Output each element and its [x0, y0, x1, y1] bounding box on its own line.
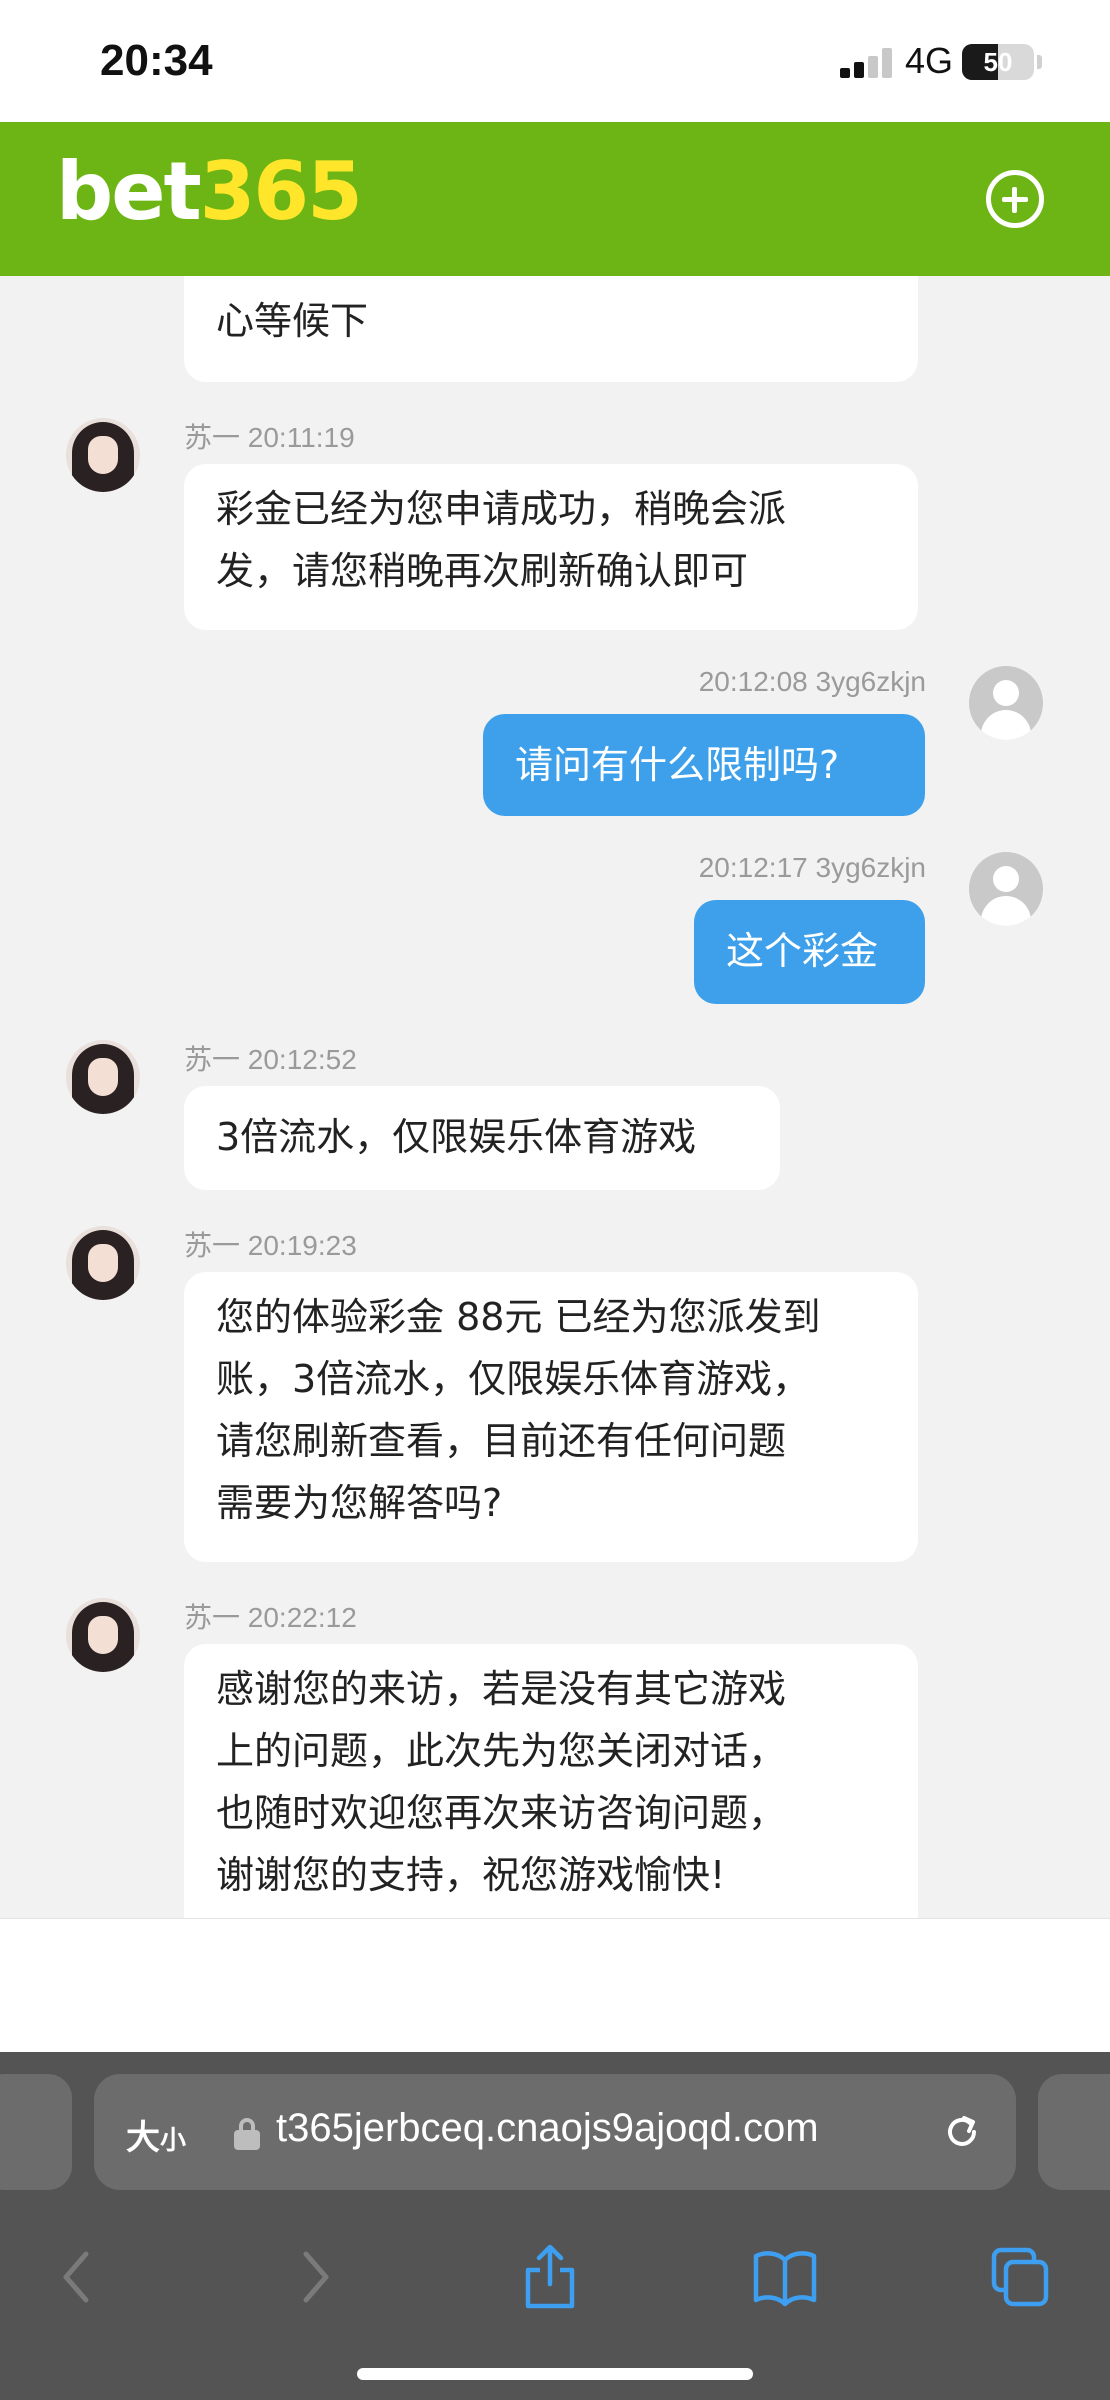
home-indicator[interactable]	[357, 2368, 753, 2380]
message-line: 需要为您解答吗?	[216, 1481, 503, 1525]
agent-avatar	[66, 1598, 140, 1672]
logo-text-365: 365	[199, 145, 363, 238]
message-meta: 苏一 20:22:12	[184, 1602, 357, 1633]
url-text[interactable]: t365jerbceq.cnaojs9ajoqd.com	[276, 2106, 926, 2151]
text-size-big: 大	[126, 2118, 160, 2158]
battery-icon: 50	[962, 44, 1034, 80]
text-size-button[interactable]: 大小	[126, 2110, 186, 2159]
cellular-signal-icon	[840, 48, 896, 78]
text-size-small: 小	[160, 2126, 187, 2156]
message-line: 账，3倍流水，仅限娱乐体育游戏，	[216, 1357, 811, 1401]
message-meta: 苏一 20:19:23	[184, 1230, 357, 1261]
bet365-logo[interactable]: bet365	[56, 152, 363, 232]
agent-avatar	[66, 418, 140, 492]
plus-circle-icon[interactable]	[986, 170, 1044, 228]
message-line: 请问有什么限制吗?	[515, 743, 840, 787]
message-bubble-partial: 心等候下	[184, 276, 918, 382]
user-avatar	[969, 852, 1043, 926]
status-bar: 20:34 4G 50	[0, 0, 1110, 122]
app-header: bet365	[0, 122, 1110, 276]
message-meta: 苏一 20:12:52	[184, 1044, 357, 1075]
message-bubble: 这个彩金	[694, 900, 925, 1004]
message-line: 发，请您稍晚再次刷新确认即可	[216, 549, 749, 593]
message-line: 您的体验彩金 88元 已经为您派发到	[216, 1295, 821, 1339]
address-bar[interactable]: 大小 t365jerbceq.cnaojs9ajoqd.com	[94, 2074, 1016, 2190]
tabs-icon[interactable]	[990, 2242, 1052, 2312]
message-line: 也随时欢迎您再次来访咨询问题，	[216, 1791, 787, 1835]
message-bubble: 彩金已经为您申请成功，稍晚会派 发，请您稍晚再次刷新确认即可	[184, 464, 918, 630]
agent-avatar	[66, 1226, 140, 1300]
message-line: 上的问题，此次先为您关闭对话，	[216, 1729, 787, 1773]
previous-tab-preview[interactable]	[0, 2074, 72, 2190]
message-line: 请您刷新查看，目前还有任何问题	[216, 1419, 787, 1463]
battery-level: 50	[983, 47, 1013, 77]
message-line: 彩金已经为您申请成功，稍晚会派	[216, 487, 787, 531]
message-line: 3倍流水，仅限娱乐体育游戏	[216, 1115, 697, 1159]
chat-messages[interactable]: 心等候下 苏一 20:11:19 彩金已经为您申请成功，稍晚会派 发，请您稍晚再…	[0, 276, 1110, 1918]
user-avatar	[969, 666, 1043, 740]
share-icon[interactable]	[520, 2242, 580, 2312]
lock-icon	[234, 2118, 260, 2150]
logo-text-bet: bet	[56, 145, 202, 238]
message-bubble: 您的体验彩金 88元 已经为您派发到 账，3倍流水，仅限娱乐体育游戏， 请您刷新…	[184, 1272, 918, 1562]
reload-icon[interactable]	[940, 2110, 984, 2154]
next-tab-preview[interactable]	[1038, 2074, 1110, 2190]
network-type: 4G	[905, 40, 954, 81]
message-meta: 20:12:17 3yg6zkjn	[698, 852, 926, 883]
agent-avatar	[66, 1040, 140, 1114]
message-input-area[interactable]	[0, 1918, 1110, 2052]
message-line: 这个彩金	[726, 929, 879, 973]
back-icon[interactable]	[56, 2242, 96, 2312]
browser-toolbar: 大小 t365jerbceq.cnaojs9ajoqd.com	[0, 2052, 1110, 2400]
message-bubble: 3倍流水，仅限娱乐体育游戏	[184, 1086, 780, 1190]
message-meta: 20:12:08 3yg6zkjn	[698, 666, 926, 697]
battery-tip	[1037, 55, 1042, 69]
browser-nav-row	[0, 2242, 1110, 2322]
bookmarks-icon[interactable]	[752, 2242, 818, 2312]
message-bubble: 请问有什么限制吗?	[483, 714, 925, 816]
message-line: 感谢您的来访，若是没有其它游戏	[216, 1667, 787, 1711]
message-text: 心等候下	[216, 299, 369, 343]
message-line: 谢谢您的支持，祝您游戏愉快!	[216, 1853, 726, 1897]
forward-icon[interactable]	[296, 2242, 336, 2312]
status-time: 20:34	[100, 36, 213, 85]
message-bubble: 感谢您的来访，若是没有其它游戏 上的问题，此次先为您关闭对话， 也随时欢迎您再次…	[184, 1644, 918, 1918]
message-meta: 苏一 20:11:19	[184, 422, 355, 453]
